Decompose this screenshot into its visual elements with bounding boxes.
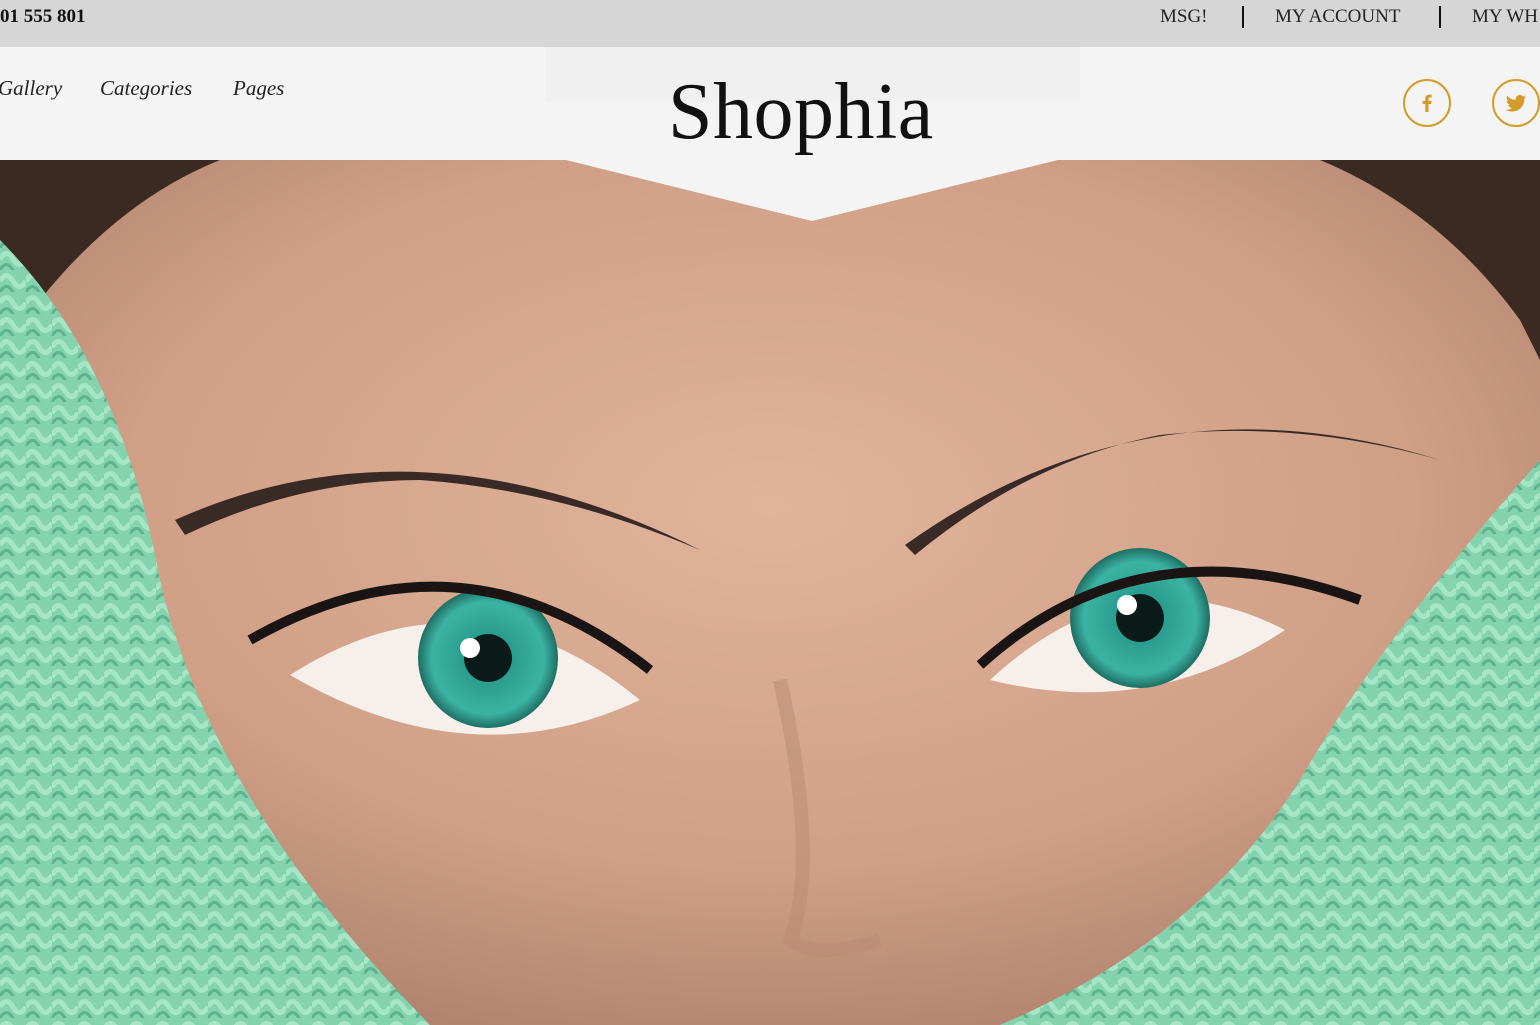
site-logo[interactable]: Shophia <box>668 72 934 152</box>
divider <box>1242 6 1244 28</box>
msg-link[interactable]: MSG! <box>1160 6 1208 28</box>
divider <box>1439 6 1441 28</box>
my-wishlist-link[interactable]: MY WH <box>1472 6 1538 28</box>
hero-face-illustration <box>0 160 1540 1025</box>
hero-image <box>0 160 1540 1025</box>
nav-pages[interactable]: Pages <box>233 76 284 101</box>
facebook-icon[interactable] <box>1403 79 1451 127</box>
top-utility-bar: 01 555 801 MSG! MY ACCOUNT MY WH <box>0 0 1540 47</box>
nav-categories[interactable]: Categories <box>100 76 192 101</box>
phone-number: 01 555 801 <box>0 6 86 27</box>
nav-gallery[interactable]: Gallery <box>0 76 62 101</box>
facebook-glyph <box>1422 94 1432 112</box>
twitter-glyph <box>1505 94 1526 112</box>
my-account-link[interactable]: MY ACCOUNT <box>1275 6 1400 28</box>
twitter-icon[interactable] <box>1492 79 1540 127</box>
